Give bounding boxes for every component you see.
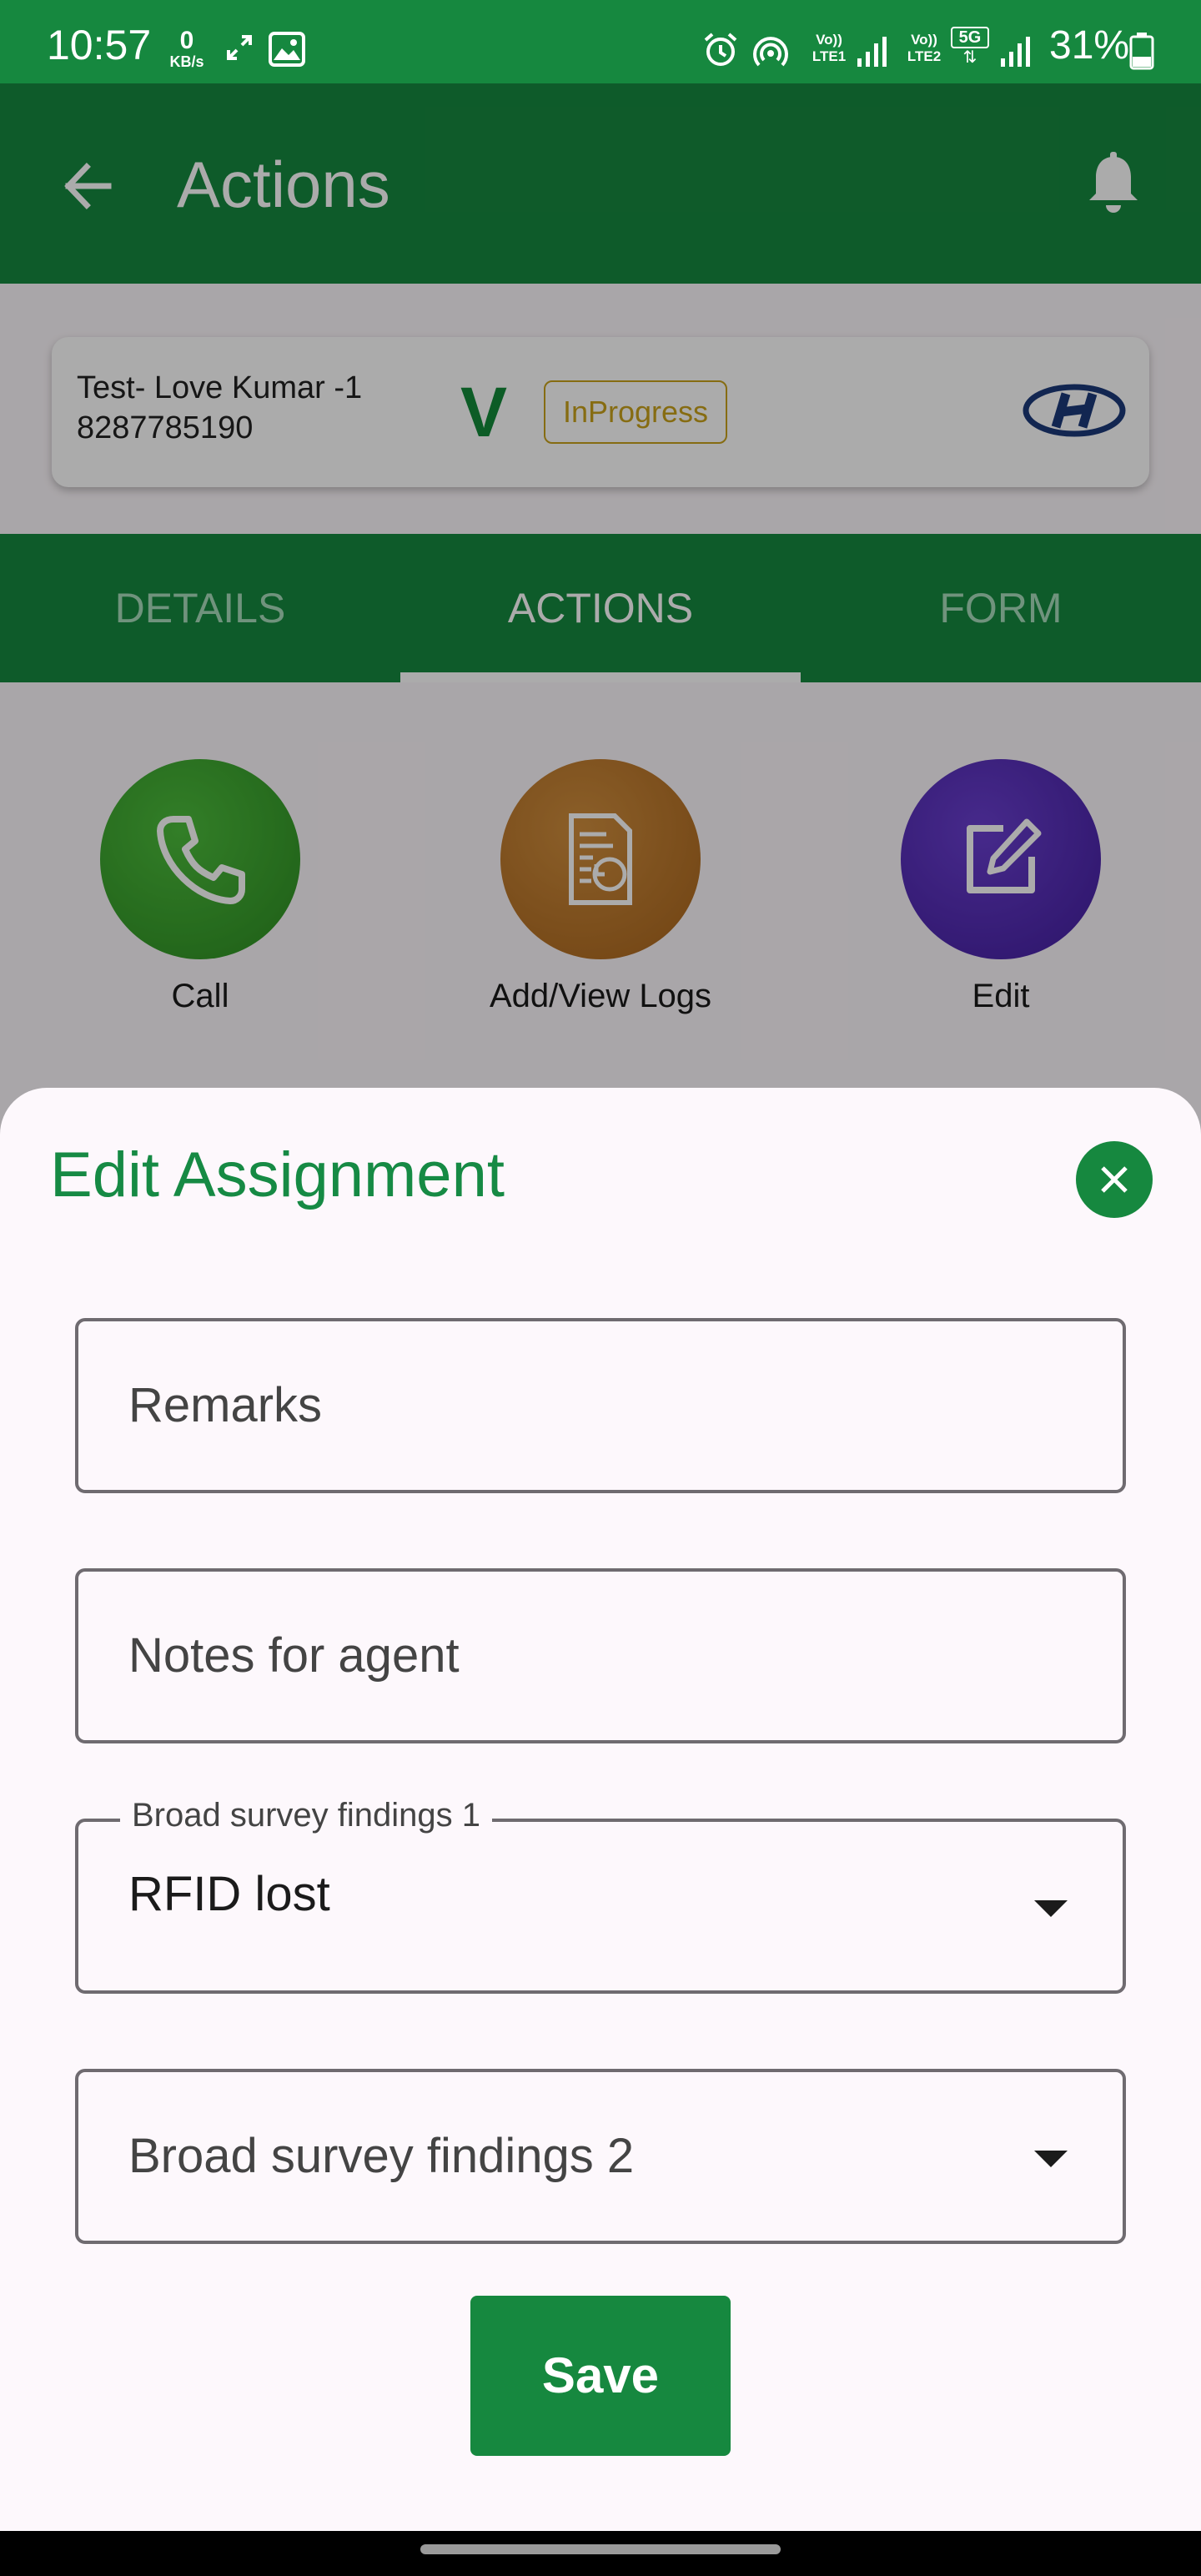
finding1-label: Broad survey findings 1: [120, 1792, 493, 1839]
image-icon: [269, 32, 305, 67]
network-speed: 0 KB/s: [162, 27, 212, 71]
sheet-title: Edit Assignment: [50, 1140, 505, 1210]
chevron-down-icon: [1034, 1900, 1068, 1917]
sim1-label-bottom: LTE1: [812, 48, 847, 64]
battery-percent: 31%: [1049, 23, 1130, 68]
broad-survey-findings-1-dropdown[interactable]: Broad survey findings 1 RFID lost: [75, 1792, 1126, 1994]
sim1-label-top: Vo)): [816, 32, 842, 48]
hotspot-icon: [753, 37, 788, 67]
save-button[interactable]: Save: [470, 2296, 731, 2456]
volte-lte2-icon: Vo)) LTE2: [901, 32, 947, 65]
finding2-placeholder: Broad survey findings 2: [128, 2129, 635, 2183]
remarks-field[interactable]: Remarks: [75, 1318, 1126, 1493]
sim2-label-bottom: LTE2: [907, 48, 942, 64]
app-screen: 10:57 0 KB/s Vo)) LTE1 Vo)) LTE2 5G ⇅ 31…: [0, 0, 1201, 2576]
notes-for-agent-field[interactable]: Notes for agent: [75, 1568, 1126, 1743]
broad-survey-findings-2-dropdown[interactable]: Broad survey findings 2: [75, 2069, 1126, 2244]
battery-icon: [1129, 33, 1154, 70]
chevron-down-icon: [1034, 2151, 1068, 2167]
signal-icon: [857, 37, 887, 67]
sim2-label-top: Vo)): [911, 32, 937, 48]
network-speed-value: 0: [179, 27, 194, 54]
network-speed-unit: KB/s: [169, 53, 204, 70]
edit-assignment-sheet: Edit Assignment Remarks Notes for agent …: [0, 1088, 1201, 2531]
clock: 10:57: [47, 22, 152, 68]
status-bar: 10:57 0 KB/s Vo)) LTE1 Vo)) LTE2 5G ⇅ 31…: [0, 0, 1201, 83]
remarks-placeholder: Remarks: [128, 1378, 323, 1432]
close-icon: [1101, 1166, 1128, 1193]
notes-placeholder: Notes for agent: [128, 1628, 460, 1683]
alarm-icon: [704, 33, 737, 66]
finding1-value: RFID lost: [128, 1867, 330, 1921]
expand-icon: [227, 35, 252, 60]
close-button[interactable]: [1076, 1141, 1153, 1218]
volte-lte1-icon: Vo)) LTE1: [806, 32, 852, 65]
signal-icon: [1001, 37, 1030, 67]
navigation-bar: [0, 2531, 1201, 2576]
5g-icon: 5G ⇅: [951, 27, 989, 67]
home-handle[interactable]: [420, 2544, 781, 2554]
data-arrows: ⇅: [962, 48, 977, 67]
5g-label: 5G: [951, 27, 989, 48]
